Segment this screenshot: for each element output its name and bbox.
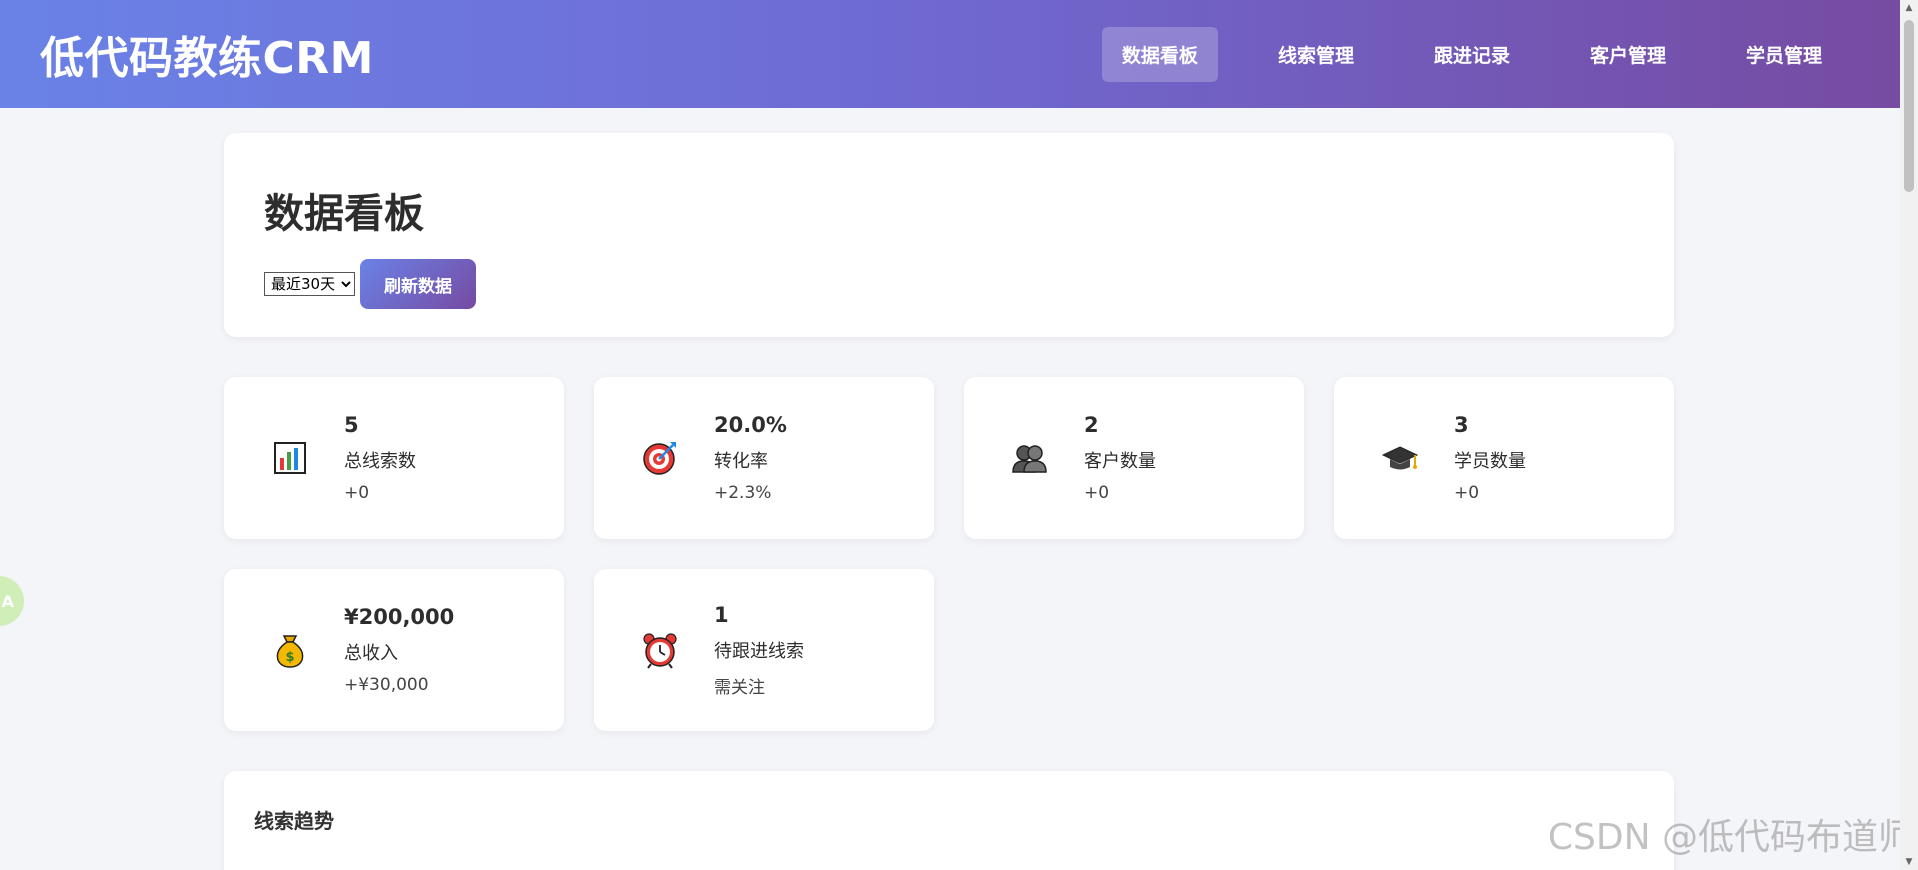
stats-grid: 5 总线索数 +0 20.0% 转化率 +2.3% 2 客户数量 +0 3 学员… xyxy=(224,377,1674,731)
stat-text: 5 总线索数 +0 xyxy=(344,413,416,503)
nav-item-dashboard[interactable]: 数据看板 xyxy=(1101,26,1218,82)
chart-title: 线索趋势 xyxy=(254,809,334,833)
stat-text: 3 学员数量 +0 xyxy=(1454,413,1526,503)
nav-item-customers[interactable]: 客户管理 xyxy=(1570,27,1686,82)
dashboard-header-card: 数据看板 最近30天 刷新数据 xyxy=(224,133,1674,337)
top-navbar: 低代码教练CRM 数据看板 线索管理 跟进记录 客户管理 学员管理 xyxy=(0,0,1900,108)
target-icon xyxy=(643,442,676,475)
main-content: 数据看板 最近30天 刷新数据 5 总线索数 +0 20.0% 转化率 +2.3… xyxy=(224,133,1674,870)
money-bag-icon: $ xyxy=(276,635,304,668)
stat-label: 学员数量 xyxy=(1454,451,1526,472)
stat-change: +0 xyxy=(1454,483,1480,503)
alarm-clock-icon xyxy=(643,633,677,669)
stat-change: +0 xyxy=(1084,483,1110,503)
stat-card-total-leads: 5 总线索数 +0 xyxy=(224,377,564,539)
scroll-down-arrow-icon[interactable]: ▼ xyxy=(1900,854,1918,870)
stat-card-students: 3 学员数量 +0 xyxy=(1334,377,1674,539)
app-brand: 低代码教练CRM xyxy=(40,33,374,84)
scroll-thumb[interactable] xyxy=(1904,20,1914,192)
nav-item-followups[interactable]: 跟进记录 xyxy=(1414,27,1530,82)
nav-item-students[interactable]: 学员管理 xyxy=(1726,27,1842,82)
stat-text: 20.0% 转化率 +2.3% xyxy=(714,413,787,503)
stat-change: +0 xyxy=(344,483,370,503)
stat-label: 总收入 xyxy=(344,643,398,664)
stat-label: 转化率 xyxy=(714,451,768,472)
refresh-button[interactable]: 刷新数据 xyxy=(360,259,476,309)
stat-change: +¥30,000 xyxy=(344,675,429,695)
stat-value: 20.0% xyxy=(714,413,787,437)
main-nav: 数据看板 线索管理 跟进记录 客户管理 学员管理 xyxy=(1062,26,1842,82)
stat-value: ¥200,000 xyxy=(344,605,455,629)
floating-assistant-button[interactable]: A xyxy=(0,576,24,626)
stat-change: 需关注 xyxy=(714,677,765,698)
svg-text:$: $ xyxy=(285,650,294,665)
stat-value: 2 xyxy=(1084,413,1099,437)
stat-card-revenue: $ ¥200,000 总收入 +¥30,000 xyxy=(224,569,564,731)
nav-item-leads[interactable]: 线索管理 xyxy=(1258,27,1374,82)
stat-value: 1 xyxy=(714,602,729,627)
dashboard-controls: 最近30天 刷新数据 xyxy=(264,259,1634,309)
stat-label: 总线索数 xyxy=(344,451,416,472)
stat-card-conversion-rate: 20.0% 转化率 +2.3% xyxy=(594,377,934,539)
page-title: 数据看板 xyxy=(264,191,424,237)
stat-change: +2.3% xyxy=(714,483,772,503)
scroll-up-arrow-icon[interactable]: ▲ xyxy=(1900,0,1918,16)
graduation-cap-icon xyxy=(1381,446,1419,470)
stat-text: 2 客户数量 +0 xyxy=(1084,413,1156,503)
stat-card-pending-followups: 1 待跟进线索 需关注 xyxy=(594,569,934,731)
stat-label: 待跟进线索 xyxy=(714,640,804,662)
watermark: CSDN @低代码布道师 xyxy=(1547,817,1914,858)
leads-trend-card: 线索趋势 xyxy=(224,771,1674,870)
stat-label: 客户数量 xyxy=(1084,451,1156,472)
stat-text: 1 待跟进线索 需关注 xyxy=(714,603,804,698)
page-scrollbar[interactable]: ▲ ▼ xyxy=(1900,0,1918,870)
stat-text: ¥200,000 总收入 +¥30,000 xyxy=(344,605,454,695)
date-range-select[interactable]: 最近30天 xyxy=(264,272,355,296)
bar-chart-icon xyxy=(274,442,306,474)
stat-value: 5 xyxy=(344,413,359,437)
stat-value: 3 xyxy=(1454,413,1469,437)
stat-card-customers: 2 客户数量 +0 xyxy=(964,377,1304,539)
users-icon xyxy=(1012,445,1047,473)
